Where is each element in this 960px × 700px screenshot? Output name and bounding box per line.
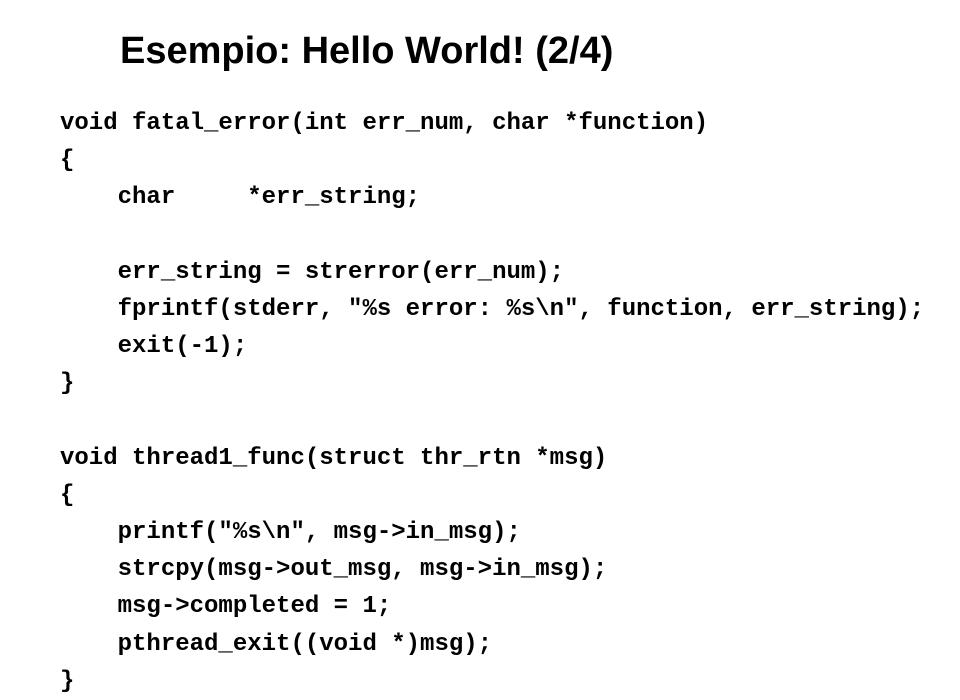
code-line: char *err_string; [60, 184, 420, 211]
code-line: printf("%s\n", msg->in_msg); [60, 519, 521, 546]
code-block: void fatal_error(int err_num, char *func… [60, 105, 900, 700]
code-line: strcpy(msg->out_msg, msg->in_msg); [60, 556, 607, 583]
code-line: void fatal_error(int err_num, char *func… [60, 110, 708, 137]
code-line: { [60, 482, 74, 509]
code-line: } [60, 370, 74, 397]
code-line: fprintf(stderr, "%s error: %s\n", functi… [60, 296, 924, 323]
code-line: msg->completed = 1; [60, 593, 391, 620]
page-title: Esempio: Hello World! (2/4) [120, 30, 900, 73]
code-line: exit(-1); [60, 333, 247, 360]
code-line: void thread1_func(struct thr_rtn *msg) [60, 445, 607, 472]
code-line: err_string = strerror(err_num); [60, 259, 564, 286]
code-line: } [60, 668, 74, 695]
code-line: pthread_exit((void *)msg); [60, 631, 492, 658]
code-line: { [60, 147, 74, 174]
